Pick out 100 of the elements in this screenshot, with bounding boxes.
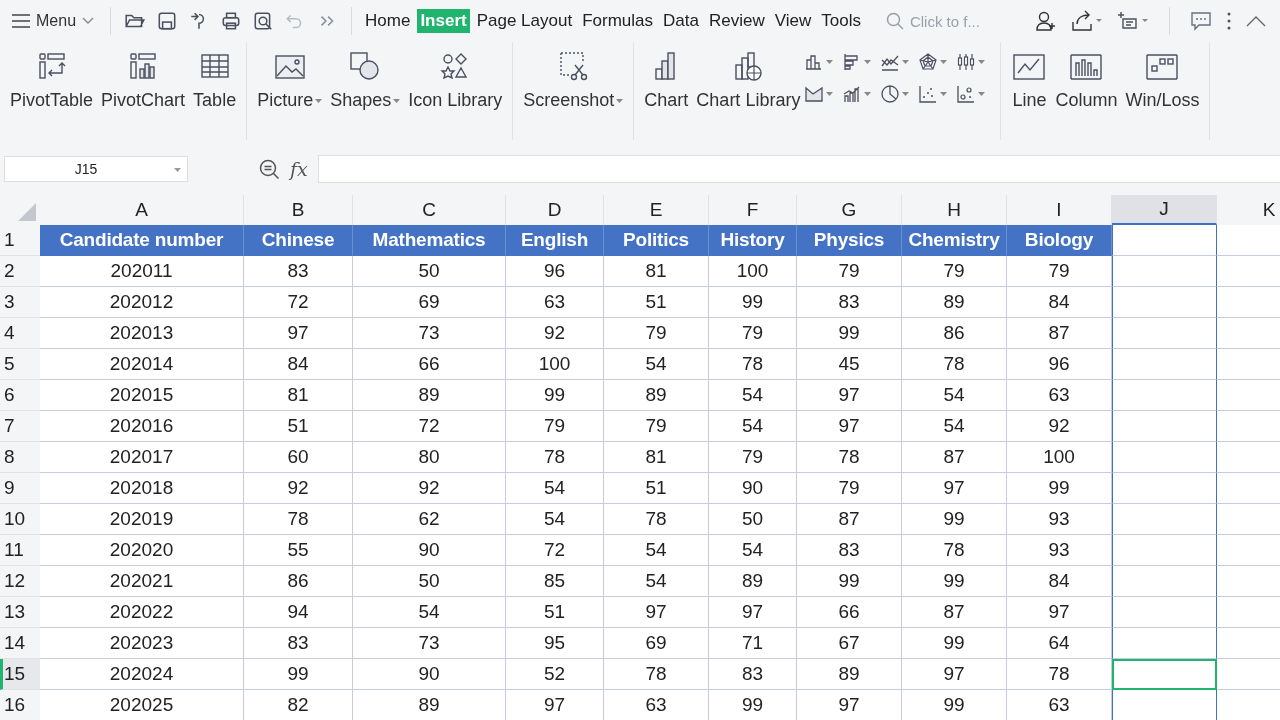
area-chart-icon — [804, 84, 825, 104]
ribbon-button[interactable]: Picture — [253, 48, 327, 111]
ribbon-button[interactable]: Chart Library — [692, 48, 805, 111]
table-cell: 55 — [244, 535, 353, 566]
table-cell: 51 — [604, 473, 709, 504]
table-cell: 81 — [604, 256, 709, 287]
table-cell: 78 — [604, 504, 709, 535]
comment-icon[interactable] — [1190, 10, 1212, 32]
active-cell[interactable] — [1112, 659, 1217, 690]
table-cell: 66 — [797, 597, 902, 628]
table-cell: 99 — [902, 628, 1007, 659]
table-cell: 96 — [506, 256, 604, 287]
ribbon-button[interactable]: Screenshot — [519, 48, 628, 111]
table-cell: 92 — [244, 473, 353, 504]
table-cell: 79 — [797, 473, 902, 504]
table-cell: 79 — [604, 411, 709, 442]
ribbon-tab[interactable]: Data — [660, 9, 702, 33]
ribbon-button[interactable]: Chart — [640, 48, 693, 111]
table-cell: 89 — [709, 566, 797, 597]
ribbon-tab[interactable]: View — [771, 9, 815, 33]
table-cell: 99 — [244, 659, 353, 690]
table-cell: 78 — [506, 442, 604, 473]
scatter-chart-icon — [918, 84, 939, 104]
caret-icon — [940, 92, 948, 96]
column-heading: History — [709, 225, 797, 256]
column-header[interactable]: J — [1112, 195, 1217, 225]
table-cell: 79 — [902, 256, 1007, 287]
ribbon-button[interactable]: PivotChart — [97, 48, 190, 111]
table-cell: 92 — [1007, 411, 1112, 442]
ribbon-tab[interactable]: Tools — [818, 9, 864, 33]
table-cell: 79 — [604, 318, 709, 349]
formula-field[interactable] — [317, 155, 1280, 183]
function-label[interactable]: fx — [290, 158, 308, 180]
more-options-icon[interactable] — [1226, 10, 1232, 32]
share-icon[interactable] — [1071, 10, 1103, 32]
ribbon-tab[interactable]: Page Layout — [473, 9, 576, 33]
search-field[interactable]: Click to f... — [907, 11, 1016, 31]
table-cell: 87 — [902, 597, 1007, 628]
ribbon-button[interactable]: Icon Library — [404, 48, 507, 111]
table-cell: 52 — [506, 659, 604, 690]
table-cell: 99 — [902, 566, 1007, 597]
table-cell: 79 — [1007, 256, 1112, 287]
table-cell: 100 — [1007, 442, 1112, 473]
table-cell: 202022 — [40, 597, 244, 628]
table-cell: 78 — [244, 504, 353, 535]
collapse-icon[interactable] — [1246, 15, 1266, 27]
table-cell: 83 — [797, 287, 902, 318]
table-cell: 202025 — [40, 690, 244, 720]
ribbon-button[interactable]: PivotTable — [6, 48, 98, 111]
table-cell: 97 — [244, 318, 353, 349]
table-cell: 78 — [604, 659, 709, 690]
table-cell: 95 — [506, 628, 604, 659]
table-cell: 99 — [709, 690, 797, 720]
table-cell: 54 — [604, 535, 709, 566]
table-cell: 99 — [1007, 473, 1112, 504]
table-cell: 97 — [506, 690, 604, 720]
table-cell: 86 — [244, 566, 353, 597]
chevron-down-icon — [82, 17, 95, 25]
table-cell: 51 — [506, 597, 604, 628]
table-cell: 73 — [353, 628, 506, 659]
table-cell: 97 — [797, 411, 902, 442]
ribbon-button[interactable]: Line — [1007, 48, 1052, 111]
table-cell: 87 — [1007, 318, 1112, 349]
table-cell: 79 — [709, 442, 797, 473]
caret-icon — [616, 98, 624, 103]
table-cell: 202018 — [40, 473, 244, 504]
menu-button[interactable]: Menu — [6, 10, 101, 32]
zoom-icon[interactable] — [258, 158, 280, 180]
ribbon-tab[interactable]: Home — [362, 9, 414, 33]
table-cell: 83 — [797, 535, 902, 566]
table-cell: 90 — [353, 535, 506, 566]
comment-tools-icon[interactable] — [1117, 10, 1149, 32]
menu-icon — [12, 14, 30, 28]
ribbon-button[interactable]: Win/Loss — [1121, 48, 1204, 111]
table-cell: 89 — [902, 287, 1007, 318]
table-cell: 83 — [244, 256, 353, 287]
ribbon-button[interactable]: Column — [1051, 48, 1122, 111]
table-cell: 90 — [353, 659, 506, 690]
table-cell: 54 — [353, 597, 506, 628]
table-cell: 92 — [353, 473, 506, 504]
row-header[interactable]: 15 — [0, 659, 40, 690]
table-cell: 62 — [353, 504, 506, 535]
caret-icon — [978, 92, 986, 96]
print-preview-icon[interactable] — [252, 10, 275, 32]
table-cell: 63 — [604, 690, 709, 720]
add-user-icon[interactable] — [1035, 10, 1057, 32]
table-cell: 54 — [709, 380, 797, 411]
caret-icon — [864, 60, 872, 64]
table-cell: 96 — [1007, 349, 1112, 380]
table-cell: 97 — [797, 690, 902, 720]
ribbon-tab[interactable]: Review — [705, 9, 768, 33]
column-heading: Mathematics — [353, 225, 506, 256]
name-box[interactable]: J15 — [4, 156, 188, 182]
ribbon-tab[interactable]: Formulas — [579, 9, 656, 33]
table-cell: 60 — [244, 442, 353, 473]
ribbon-button[interactable]: Table — [189, 48, 241, 111]
table-cell: 97 — [797, 380, 902, 411]
table-cell: 54 — [506, 504, 604, 535]
ribbon-button[interactable]: Shapes — [326, 48, 405, 111]
table-cell: 64 — [1007, 628, 1112, 659]
